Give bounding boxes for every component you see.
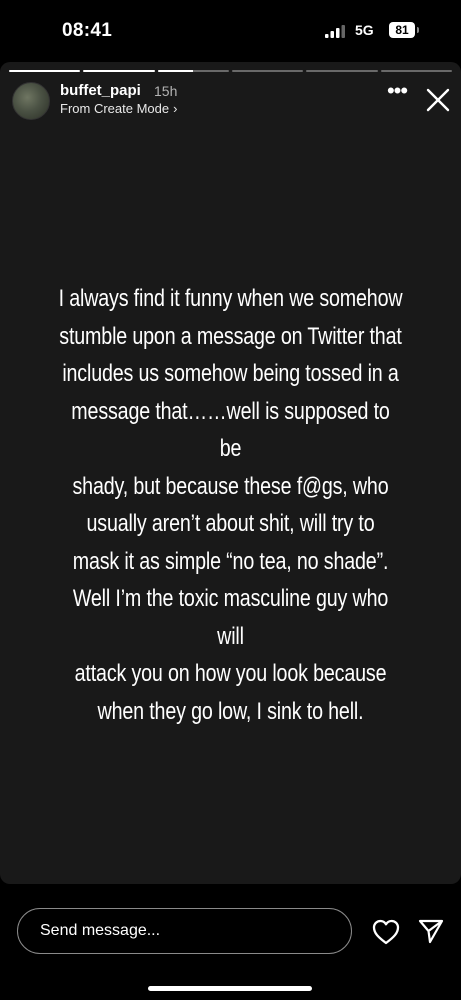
create-mode-link[interactable]: From Create Mode › <box>60 101 177 116</box>
story-text-line: includes us somehow being tossed in a <box>62 360 399 387</box>
signal-icon <box>325 25 345 38</box>
story-progress <box>9 70 452 73</box>
more-options-button[interactable]: ••• <box>385 80 409 110</box>
chevron-right-icon: › <box>173 101 178 116</box>
network-label: 5G <box>355 22 374 38</box>
progress-segment <box>231 70 304 72</box>
story-card[interactable]: buffet_papi 15h From Create Mode › ••• I … <box>0 62 461 884</box>
avatar[interactable] <box>12 82 50 120</box>
progress-segment <box>83 70 155 72</box>
story-time-ago: 15h <box>154 83 178 99</box>
progress-fill <box>9 70 81 72</box>
send-icon[interactable] <box>418 918 444 944</box>
heart-icon[interactable] <box>372 919 400 945</box>
story-text-line: mask it as simple “no tea, no shade”. <box>72 547 389 575</box>
battery-nub <box>417 27 419 33</box>
send-message-input[interactable] <box>17 908 352 954</box>
story-text-line: usually aren’t about shit, will try to <box>86 510 375 537</box>
battery-icon: 81 <box>389 22 415 38</box>
story-text-line: attack you on how you look because <box>74 660 387 687</box>
username[interactable]: buffet_papi <box>60 82 141 99</box>
home-indicator[interactable] <box>148 986 312 991</box>
create-mode-label: From Create Mode <box>60 101 170 116</box>
progress-segment <box>380 70 452 72</box>
reply-bar <box>0 884 461 1000</box>
story-text-line: stumble upon a message on Twitter that <box>59 322 402 350</box>
story-text-line: when they go low, I sink to hell. <box>97 697 364 725</box>
story-text-line: Well I’m the toxic masculine guy who wil… <box>72 585 389 650</box>
story-text-line: I always find it funny when we somehow <box>58 285 403 312</box>
story-text-line: shady, but because these f@gs, who <box>72 472 389 500</box>
story-text-line: message that……well is supposed to be <box>71 397 390 463</box>
progress-segment <box>306 70 378 72</box>
progress-segment <box>9 70 81 72</box>
close-icon[interactable] <box>426 88 450 112</box>
progress-fill <box>83 70 155 72</box>
progress-fill <box>157 70 194 72</box>
progress-segment <box>157 70 229 72</box>
status-bar: 08:41 5G 81 <box>0 0 461 62</box>
status-time: 08:41 <box>62 20 113 41</box>
more-icon: ••• <box>386 78 408 103</box>
story-text: I always find it funny when we somehow s… <box>58 280 403 730</box>
